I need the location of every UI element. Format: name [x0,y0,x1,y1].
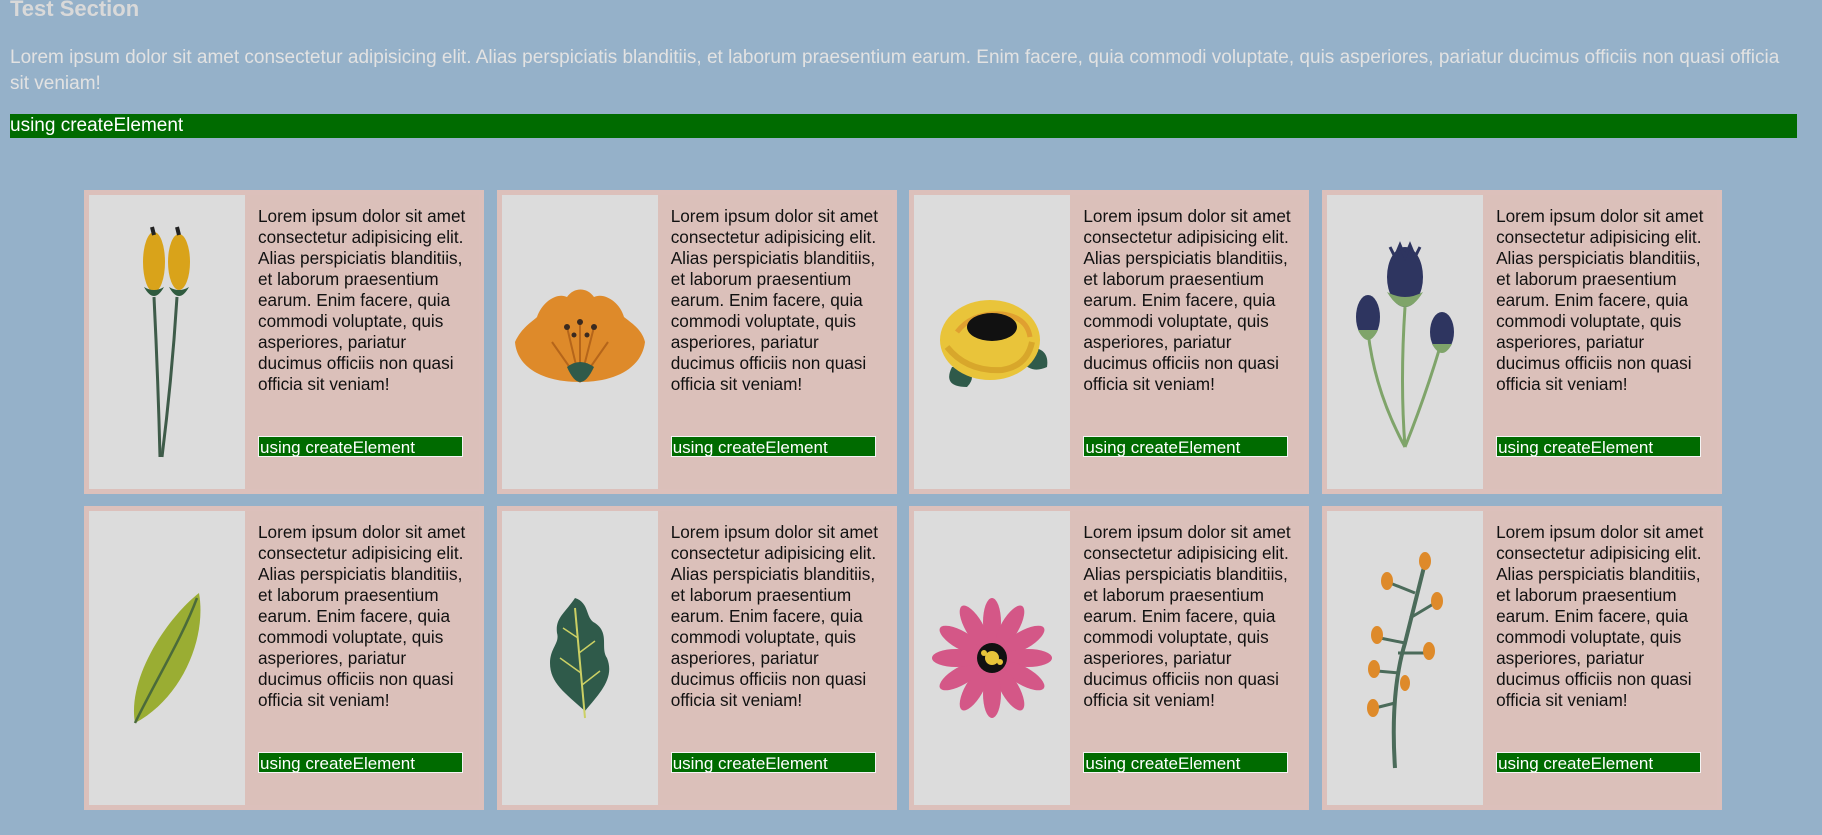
yellow-rose-icon [932,292,1052,392]
section-description: Lorem ipsum dolor sit amet consectetur a… [10,47,1780,94]
card-body: Lorem ipsum dolor sit amet consectetur a… [657,195,892,489]
orange-berry-branch-icon [1365,543,1445,773]
card: Lorem ipsum dolor sit amet consectetur a… [1322,506,1723,810]
card-body: Lorem ipsum dolor sit amet consectetur a… [245,195,479,489]
create-element-button[interactable]: using createElement [258,436,463,457]
card-text: Lorem ipsum dolor sit amet consectetur a… [1083,206,1291,394]
card-grid: Lorem ipsum dolor sit amet consectetur a… [84,190,1725,810]
create-element-button[interactable]: using createElement [1083,752,1289,773]
create-element-button[interactable]: using createElement [258,752,463,773]
card-image [914,511,1071,805]
create-element-button[interactable]: using createElement [1083,436,1289,457]
card-text: Lorem ipsum dolor sit amet consectetur a… [1083,522,1291,710]
card-image [89,511,245,805]
create-element-banner[interactable]: using createElement [10,114,1797,138]
card-text: Lorem ipsum dolor sit amet consectetur a… [258,522,466,710]
create-element-button[interactable]: using createElement [670,436,876,457]
create-element-button[interactable]: using createElement [1496,436,1702,457]
card-body: Lorem ipsum dolor sit amet consectetur a… [1483,511,1718,805]
card-text: Lorem ipsum dolor sit amet consectetur a… [670,522,878,710]
card-image [914,195,1071,489]
card: Lorem ipsum dolor sit amet consectetur a… [496,190,897,494]
orange-flower-icon [512,287,648,397]
card: Lorem ipsum dolor sit amet consectetur a… [909,506,1310,810]
card-body: Lorem ipsum dolor sit amet consectetur a… [1070,511,1305,805]
card-text: Lorem ipsum dolor sit amet consectetur a… [1496,206,1704,394]
card-image [501,511,658,805]
card: Lorem ipsum dolor sit amet consectetur a… [84,190,484,494]
card-image [1327,195,1484,489]
card-image [1327,511,1484,805]
olive-leaf-icon [127,588,207,728]
thistle-icon [1350,232,1460,452]
pink-daisy-icon [930,596,1054,720]
card-body: Lorem ipsum dolor sit amet consectetur a… [1483,195,1718,489]
card-text: Lorem ipsum dolor sit amet consectetur a… [258,206,466,394]
card-body: Lorem ipsum dolor sit amet consectetur a… [245,511,479,805]
yellow-buds-flower-icon [132,217,202,467]
card: Lorem ipsum dolor sit amet consectetur a… [496,506,897,810]
section-title: Test Section [10,0,140,21]
card-image [89,195,245,489]
card-body: Lorem ipsum dolor sit amet consectetur a… [657,511,892,805]
create-element-button[interactable]: using createElement [1496,752,1702,773]
card-body: Lorem ipsum dolor sit amet consectetur a… [1070,195,1305,489]
create-element-button[interactable]: using createElement [670,752,876,773]
card: Lorem ipsum dolor sit amet consectetur a… [909,190,1310,494]
card: Lorem ipsum dolor sit amet consectetur a… [1322,190,1723,494]
card-text: Lorem ipsum dolor sit amet consectetur a… [1496,522,1704,710]
card-text: Lorem ipsum dolor sit amet consectetur a… [670,206,878,394]
card: Lorem ipsum dolor sit amet consectetur a… [84,506,484,810]
card-image [501,195,658,489]
green-leaf-icon [545,593,615,723]
